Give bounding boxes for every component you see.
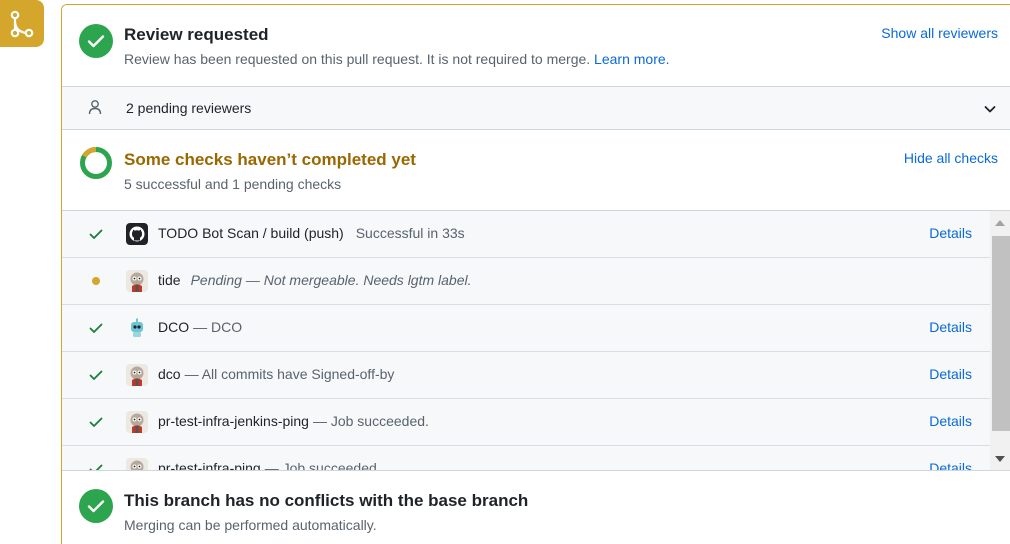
check-name: DCO bbox=[158, 319, 190, 335]
check-description: Successful in 33s bbox=[355, 225, 465, 241]
dco-bot-icon bbox=[131, 318, 143, 337]
scroll-up-arrow-icon[interactable] bbox=[995, 220, 1005, 226]
check-name: pr-test-infra-jenkins-ping bbox=[158, 413, 309, 429]
check-description: — Job succeeded. bbox=[312, 413, 429, 429]
check-text: pr-test-infra-jenkins-ping — Job succeede… bbox=[158, 413, 429, 429]
checks-section: Some checks haven’t completed yet 5 succ… bbox=[62, 130, 1010, 210]
check-name: pr-test-infra-ping bbox=[158, 460, 261, 470]
check-row: tide Pending — Not mergeable. Needs lgtm … bbox=[62, 258, 990, 305]
pending-dot-icon bbox=[92, 277, 100, 285]
checks-title: Some checks haven’t completed yet bbox=[124, 150, 416, 169]
check-icon bbox=[89, 370, 103, 380]
check-circle-icon bbox=[79, 24, 113, 58]
scrollbar-thumb[interactable] bbox=[992, 236, 1010, 431]
check-name: tide bbox=[158, 272, 181, 288]
check-circle-icon bbox=[79, 489, 113, 523]
merge-subtitle: Merging can be performed automatically. bbox=[124, 517, 377, 533]
check-description: — All commits have Signed-off-by bbox=[184, 366, 395, 382]
check-details-link[interactable]: Details bbox=[929, 319, 972, 335]
check-row: pr-test-infra-jenkins-ping — Job succeede… bbox=[62, 399, 990, 446]
review-description-text: Review has been requested on this pull r… bbox=[124, 51, 591, 67]
check-icon bbox=[89, 417, 103, 427]
scroll-down-arrow-icon[interactable] bbox=[995, 456, 1005, 462]
robot-avatar-icon bbox=[126, 458, 148, 470]
show-all-reviewers-link[interactable]: Show all reviewers bbox=[881, 25, 998, 41]
check-name: TODO Bot Scan / build (push) bbox=[158, 225, 344, 241]
check-description: — Job succeeded. bbox=[264, 460, 381, 470]
check-icon bbox=[89, 464, 103, 470]
robot-avatar-icon bbox=[126, 411, 148, 433]
review-description: Review has been requested on this pull r… bbox=[124, 51, 670, 67]
review-section: Review requested Review has been request… bbox=[62, 5, 1010, 86]
check-row: TODO Bot Scan / build (push) Successful i… bbox=[62, 211, 990, 258]
merge-title: This branch has no conflicts with the ba… bbox=[124, 491, 529, 510]
check-description: — DCO bbox=[193, 319, 243, 335]
github-icon bbox=[126, 223, 148, 245]
pending-reviewers-label: 2 pending reviewers bbox=[126, 100, 252, 116]
check-details-link[interactable]: Details bbox=[929, 366, 972, 382]
git-merge-icon bbox=[10, 10, 34, 37]
check-row: DCO — DCO Details bbox=[62, 305, 990, 352]
check-icon bbox=[89, 323, 103, 333]
merge-box: Review requested Review has been request… bbox=[61, 4, 1010, 544]
robot-avatar-icon bbox=[126, 270, 148, 292]
check-text: TODO Bot Scan / build (push) Successful i… bbox=[158, 225, 465, 241]
learn-more-link[interactable]: Learn more. bbox=[594, 51, 669, 67]
merge-status-badge bbox=[0, 0, 44, 47]
merge-conflicts-section: This branch has no conflicts with the ba… bbox=[62, 470, 1010, 544]
check-details-link[interactable]: Details bbox=[929, 225, 972, 241]
check-text: DCO — DCO bbox=[158, 319, 242, 335]
person-icon bbox=[88, 100, 102, 115]
chevron-down-icon[interactable] bbox=[983, 102, 997, 116]
check-icon bbox=[89, 229, 103, 239]
hide-all-checks-link[interactable]: Hide all checks bbox=[904, 150, 998, 166]
check-row: pr-test-infra-ping — Job succeeded. Detail… bbox=[62, 446, 990, 470]
review-title: Review requested bbox=[124, 25, 269, 44]
check-text: dco — All commits have Signed-off-by bbox=[158, 366, 394, 382]
checks-list[interactable]: TODO Bot Scan / build (push) Successful i… bbox=[62, 210, 1010, 470]
check-details-link[interactable]: Details bbox=[929, 460, 972, 470]
check-row: dco — All commits have Signed-off-by Detai… bbox=[62, 352, 990, 399]
robot-avatar-icon bbox=[126, 364, 148, 386]
check-description: Pending — Not mergeable. Needs lgtm labe… bbox=[190, 272, 472, 288]
checks-list-scrollbar[interactable] bbox=[990, 211, 1010, 470]
pending-reviewers-row[interactable]: 2 pending reviewers bbox=[62, 86, 1010, 130]
check-text: tide Pending — Not mergeable. Needs lgtm … bbox=[158, 272, 472, 288]
check-details-link[interactable]: Details bbox=[929, 413, 972, 429]
check-text: pr-test-infra-ping — Job succeeded. bbox=[158, 460, 381, 470]
checks-summary: 5 successful and 1 pending checks bbox=[124, 176, 342, 192]
check-name: dco bbox=[158, 366, 181, 382]
pending-checks-ring-icon bbox=[80, 146, 112, 179]
